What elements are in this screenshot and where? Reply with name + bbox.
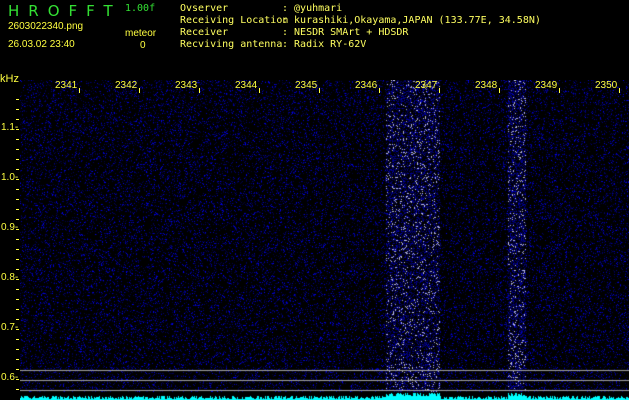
x-tick-label: 2346	[355, 80, 378, 91]
x-tick-label: 2345	[295, 80, 318, 91]
x-tick-mark	[79, 88, 80, 93]
y-minor-tick	[16, 169, 19, 170]
y-minor-tick	[16, 149, 19, 150]
x-tick-label: 2341	[55, 80, 78, 91]
x-tick-mark	[139, 88, 140, 93]
x-tick-mark	[199, 88, 200, 93]
meteor-count: 0	[140, 40, 146, 51]
y-minor-tick	[16, 259, 19, 260]
y-tick-label: 0.9-	[1, 222, 19, 233]
x-tick-label: 2348	[475, 80, 498, 91]
x-tick-label: 2343	[175, 80, 198, 91]
x-tick-label: 2344	[235, 80, 258, 91]
y-minor-tick	[16, 99, 19, 100]
y-minor-tick	[16, 209, 19, 210]
y-minor-tick	[16, 249, 19, 250]
y-minor-tick	[16, 389, 19, 390]
y-minor-tick	[16, 279, 19, 280]
y-minor-tick	[16, 229, 19, 230]
y-minor-tick	[16, 199, 19, 200]
y-minor-tick	[16, 329, 19, 330]
info-receiver: Receiver: NESDR SMArt + HDSDR	[180, 27, 409, 38]
y-minor-tick	[16, 309, 19, 310]
x-tick-label: 2342	[115, 80, 138, 91]
x-tick-label: 2347	[415, 80, 438, 91]
app-title: HROFFT	[8, 2, 122, 20]
y-tick-label: 1.0-	[1, 172, 19, 183]
y-minor-tick	[16, 219, 19, 220]
y-minor-tick	[16, 269, 19, 270]
y-minor-tick	[16, 369, 19, 370]
y-minor-tick	[16, 139, 19, 140]
y-minor-tick	[16, 159, 19, 160]
y-minor-tick	[16, 379, 19, 380]
x-tick-mark	[559, 88, 560, 93]
info-observer: Ovserver: @yuhmari	[180, 3, 343, 14]
datetime: 26.03.02 23:40	[8, 39, 75, 50]
y-minor-tick	[16, 119, 19, 120]
y-minor-tick	[16, 349, 19, 350]
y-minor-tick	[16, 289, 19, 290]
info-location: Receiving Location: kurashiki,Okayama,JA…	[180, 15, 541, 26]
x-tick-mark	[619, 88, 620, 93]
x-tick-label: 2349	[535, 80, 558, 91]
y-minor-tick	[16, 239, 19, 240]
x-tick-mark	[379, 88, 380, 93]
y-tick-label: 0.8-	[1, 272, 19, 283]
y-minor-tick	[16, 299, 19, 300]
meteor-label: meteor	[125, 28, 157, 39]
filename: 2603022340.png	[8, 21, 84, 32]
x-tick-mark	[259, 88, 260, 93]
x-tick-mark	[439, 88, 440, 93]
y-minor-tick	[16, 189, 19, 190]
x-tick-mark	[319, 88, 320, 93]
x-tick-label: 2350	[595, 80, 618, 91]
y-minor-tick	[16, 109, 19, 110]
y-tick-label: 0.7-	[1, 322, 19, 333]
y-minor-tick	[16, 179, 19, 180]
spectrogram	[20, 80, 629, 400]
y-minor-tick	[16, 129, 19, 130]
y-tick-label: 1.1-	[1, 122, 19, 133]
y-tick-label: 0.6-	[1, 372, 19, 383]
y-minor-tick	[16, 339, 19, 340]
y-minor-tick	[16, 319, 19, 320]
version: 1.00f	[125, 3, 156, 14]
info-antenna: Recviving antenna: Radix RY-62V	[180, 39, 367, 50]
y-unit: kHz	[0, 73, 19, 85]
y-minor-tick	[16, 359, 19, 360]
x-tick-mark	[499, 88, 500, 93]
